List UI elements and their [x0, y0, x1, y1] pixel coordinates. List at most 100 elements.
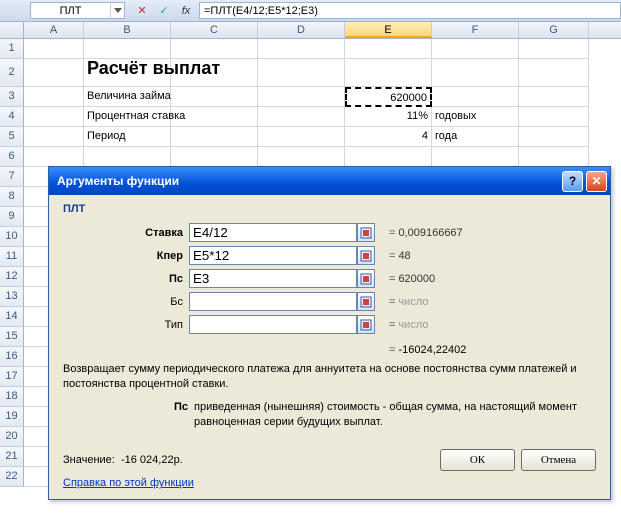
cell[interactable] [258, 147, 345, 167]
col-head-a[interactable]: A [24, 22, 84, 38]
arg-input[interactable] [189, 315, 357, 334]
col-head-c[interactable]: C [171, 22, 258, 38]
cell[interactable] [24, 59, 84, 87]
arg-input[interactable] [189, 223, 357, 242]
cell[interactable] [84, 147, 171, 167]
row-head[interactable]: 7 [0, 167, 24, 187]
row-head[interactable]: 13 [0, 287, 24, 307]
ok-button[interactable]: ОК [440, 449, 515, 471]
row-head[interactable]: 22 [0, 467, 24, 487]
formula-input[interactable]: =ПЛТ(E4/12;E5*12;E3) [199, 2, 621, 19]
cell[interactable] [24, 107, 84, 127]
cell[interactable] [519, 59, 589, 87]
help-icon: ? [569, 174, 576, 188]
row-head[interactable]: 2 [0, 59, 24, 87]
cell[interactable] [24, 39, 84, 59]
cell[interactable] [171, 39, 258, 59]
row-head[interactable]: 5 [0, 127, 24, 147]
cell[interactable] [519, 127, 589, 147]
refedit-icon [360, 296, 372, 308]
dialog-titlebar[interactable]: Аргументы функции ? ✕ [49, 167, 610, 195]
refedit-button[interactable] [357, 246, 375, 265]
dialog-help-button[interactable]: ? [562, 171, 583, 192]
row-head[interactable]: 20 [0, 427, 24, 447]
cell[interactable] [171, 147, 258, 167]
row-head[interactable]: 9 [0, 207, 24, 227]
cell[interactable] [519, 87, 589, 107]
cell[interactable] [258, 127, 345, 147]
row-head[interactable]: 19 [0, 407, 24, 427]
cell[interactable] [519, 39, 589, 59]
cell[interactable] [171, 127, 258, 147]
cell[interactable] [432, 147, 519, 167]
refedit-button[interactable] [357, 269, 375, 288]
grid-row: 4 Процентная ставка 11% годовых [0, 107, 621, 127]
col-head-f[interactable]: F [432, 22, 519, 38]
cell[interactable] [171, 59, 258, 87]
cell[interactable] [24, 147, 84, 167]
cell[interactable] [519, 107, 589, 127]
row-head[interactable]: 21 [0, 447, 24, 467]
row-head[interactable]: 14 [0, 307, 24, 327]
arg-row: Пс=620000 [63, 267, 596, 290]
row-head[interactable]: 12 [0, 267, 24, 287]
row-head[interactable]: 4 [0, 107, 24, 127]
cell[interactable] [345, 59, 432, 87]
cell[interactable] [258, 87, 345, 107]
cell[interactable] [171, 107, 258, 127]
cell[interactable] [432, 87, 519, 107]
arg-label: Тип [63, 319, 183, 331]
cell[interactable] [258, 39, 345, 59]
cell-f4[interactable]: годовых [432, 107, 519, 127]
cell[interactable] [345, 147, 432, 167]
cell[interactable] [171, 87, 258, 107]
col-head-e[interactable]: E [345, 22, 432, 38]
row-head[interactable]: 8 [0, 187, 24, 207]
name-box-dropdown-icon[interactable] [110, 3, 124, 18]
help-link[interactable]: Справка по этой функции [63, 477, 194, 489]
cell[interactable]: Величина займа [84, 87, 171, 107]
cell-f5[interactable]: года [432, 127, 519, 147]
refedit-button[interactable] [357, 292, 375, 311]
cell[interactable] [84, 39, 171, 59]
row-head[interactable]: 17 [0, 367, 24, 387]
cell[interactable] [432, 39, 519, 59]
arg-input[interactable] [189, 246, 357, 265]
cell-e3[interactable]: 620000 [345, 87, 432, 107]
cell[interactable] [519, 147, 589, 167]
cell[interactable] [258, 59, 345, 87]
col-head-d[interactable]: D [258, 22, 345, 38]
cell[interactable]: Процентная ставка [84, 107, 171, 127]
cell[interactable]: Период [84, 127, 171, 147]
row-head[interactable]: 16 [0, 347, 24, 367]
cell-e4[interactable]: 11% [345, 107, 432, 127]
col-head-b[interactable]: B [84, 22, 171, 38]
formula-cancel-button[interactable]: ✕ [132, 2, 152, 19]
dialog-body: ПЛТ Ставка=0,009166667Кпер=48Пс=620000Бс… [49, 195, 610, 499]
row-head[interactable]: 10 [0, 227, 24, 247]
row-head[interactable]: 18 [0, 387, 24, 407]
cell[interactable] [432, 59, 519, 87]
refedit-button[interactable] [357, 223, 375, 242]
insert-function-button[interactable]: fx [176, 2, 196, 19]
cell[interactable] [345, 39, 432, 59]
cell[interactable] [24, 87, 84, 107]
refedit-button[interactable] [357, 315, 375, 334]
dialog-close-button[interactable]: ✕ [586, 171, 607, 192]
row-head[interactable]: 11 [0, 247, 24, 267]
cancel-button[interactable]: Отмена [521, 449, 596, 471]
col-head-g[interactable]: G [519, 22, 589, 38]
arg-input[interactable] [189, 269, 357, 288]
cell-e5[interactable]: 4 [345, 127, 432, 147]
arg-input[interactable] [189, 292, 357, 311]
select-all-corner[interactable] [0, 22, 24, 38]
formula-accept-button[interactable]: ✓ [154, 2, 174, 19]
cell[interactable] [258, 107, 345, 127]
cell[interactable]: Расчёт выплат [84, 59, 171, 87]
row-head[interactable]: 15 [0, 327, 24, 347]
row-head[interactable]: 3 [0, 87, 24, 107]
row-head[interactable]: 1 [0, 39, 24, 59]
name-box[interactable]: ПЛТ [30, 2, 125, 19]
row-head[interactable]: 6 [0, 147, 24, 167]
cell[interactable] [24, 127, 84, 147]
